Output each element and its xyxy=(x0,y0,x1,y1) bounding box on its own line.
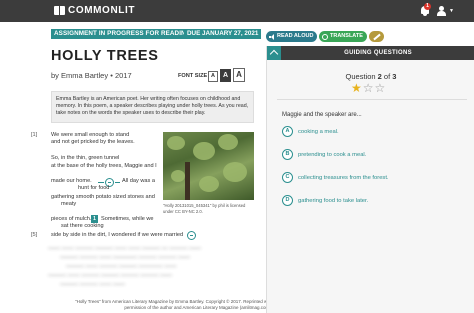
chevron-down-icon[interactable]: ▼ xyxy=(449,8,454,14)
byline-separator: • xyxy=(110,71,113,80)
translate-button[interactable]: TRANSLATE xyxy=(319,31,367,42)
copyright-footer: "Holly Trees" from American Literary Mag… xyxy=(74,299,272,310)
poem-line[interactable]: meaty xyxy=(61,201,76,208)
font-size-medium-button[interactable]: A xyxy=(220,69,231,82)
blurred-text-line: ——— —— ——— ——— ——— ——— —— xyxy=(48,273,173,279)
image-caption: "Holly 20131015_045341" by phil is licen… xyxy=(163,203,246,214)
choice-text: collecting treasures from the forest. xyxy=(298,174,389,181)
choice-letter: B xyxy=(282,149,293,160)
chevron-up-icon[interactable] xyxy=(267,46,281,60)
poem-line[interactable]: side by side in the dirt, I wondered if … xyxy=(51,232,183,239)
choice-text: cooking a meal. xyxy=(298,128,339,135)
font-size-small-button[interactable]: A xyxy=(208,71,218,82)
question-of: of xyxy=(383,72,391,81)
poem-line[interactable]: sat there cooking xyxy=(61,223,104,230)
poem-line[interactable]: at the base of the holly trees, Maggie a… xyxy=(51,163,157,170)
brand-name: COMMONLIT xyxy=(68,5,136,16)
pencil-icon xyxy=(372,33,381,40)
question-counter: Question 2 of 3 xyxy=(267,72,474,81)
annotation-connector xyxy=(115,182,120,183)
read-aloud-button[interactable]: READ ALOUD xyxy=(266,31,318,42)
font-size-large-button[interactable]: A xyxy=(233,68,245,82)
bell-clapper xyxy=(423,14,427,16)
answer-choice-b[interactable]: B pretending to cook a meal. xyxy=(282,149,366,160)
annotation-icon[interactable] xyxy=(187,231,196,240)
line-number-5: [5] xyxy=(31,232,38,238)
question-label: Question xyxy=(345,72,376,81)
poem-line[interactable]: So, in the thin, green tunnel xyxy=(51,155,119,162)
text-introduction: Emma Bartley is an American poet. Her wr… xyxy=(51,91,254,123)
foliage xyxy=(199,176,219,192)
choice-letter: C xyxy=(282,172,293,183)
panel-title: GUIDING QUESTIONS xyxy=(344,50,412,56)
assignment-status-badge: ASSIGNMENT IN PROGRESS FOR READING xyxy=(51,29,194,39)
guiding-questions-panel: GUIDING QUESTIONS Question 2 of 3 ★ ☆ ☆ … xyxy=(266,46,474,313)
question-number: 2 xyxy=(377,72,382,81)
user-icon[interactable] xyxy=(437,6,446,16)
annotation-connector xyxy=(98,182,104,183)
user-body xyxy=(437,11,446,16)
book-icon xyxy=(54,6,65,15)
blurred-text-line: ——— ——— —— —— xyxy=(60,282,126,288)
author-name: by Emma Bartley xyxy=(51,71,109,80)
speaker-icon xyxy=(269,33,275,40)
question-prompt: Maggie and the speaker are... xyxy=(282,112,362,118)
answer-choice-d[interactable]: D gathering food to take later. xyxy=(282,195,368,206)
holly-tree-image[interactable] xyxy=(163,132,254,200)
divider xyxy=(277,99,467,100)
blurred-text-line: —— —— ——— ——— —— —— ——— — ——— —— xyxy=(48,246,202,252)
blurred-text-line: ——— ——— —— ———— ——— ——— —— xyxy=(60,255,191,261)
poem-line[interactable]: Sometimes, while we xyxy=(101,216,154,223)
answer-choice-c[interactable]: C collecting treasures from the forest. xyxy=(282,172,389,183)
choice-text: gathering food to take later. xyxy=(298,197,369,204)
blurred-text-line: ——— —— ——— ——— ———— —— xyxy=(66,264,177,270)
poem-line[interactable]: All day was a xyxy=(122,178,155,185)
read-aloud-label: READ ALOUD xyxy=(277,33,314,39)
line-number-1: [1] xyxy=(31,132,38,138)
vocabulary-badge[interactable]: 1 xyxy=(91,215,98,223)
foliage xyxy=(171,170,185,182)
choice-letter: A xyxy=(282,126,293,137)
foliage xyxy=(193,142,215,160)
foliage xyxy=(218,134,238,150)
translate-label: TRANSLATE xyxy=(330,33,363,39)
due-date-badge: DUE JANUARY 27, 2021 xyxy=(184,29,262,39)
star-filled-icon: ★ xyxy=(351,81,362,95)
notification-count-badge: 1 xyxy=(424,3,431,10)
answer-choice-a[interactable]: A cooking a meal. xyxy=(282,126,339,137)
poem-line[interactable]: hunt for food xyxy=(78,185,109,192)
question-stars: ★ ☆ ☆ xyxy=(351,82,385,95)
publication-year: 2017 xyxy=(114,71,132,80)
font-size-label: FONT SIZE xyxy=(178,73,208,79)
byline: by Emma Bartley • 2017 xyxy=(51,71,132,80)
tree-trunk xyxy=(185,162,190,200)
text-title: HOLLY TREES xyxy=(51,48,159,64)
question-total: 3 xyxy=(392,72,397,81)
foliage xyxy=(167,136,185,150)
commonlit-logo[interactable]: COMMONLIT xyxy=(54,5,135,16)
annotate-button[interactable] xyxy=(369,31,384,42)
star-empty-icon: ☆ xyxy=(374,81,386,95)
choice-letter: D xyxy=(282,195,293,206)
choice-text: pretending to cook a meal. xyxy=(298,151,367,158)
globe-icon xyxy=(322,33,328,40)
star-empty-icon: ☆ xyxy=(362,81,374,95)
poem-line[interactable]: and not get pricked by the leaves. xyxy=(51,139,135,146)
foliage xyxy=(223,162,247,182)
